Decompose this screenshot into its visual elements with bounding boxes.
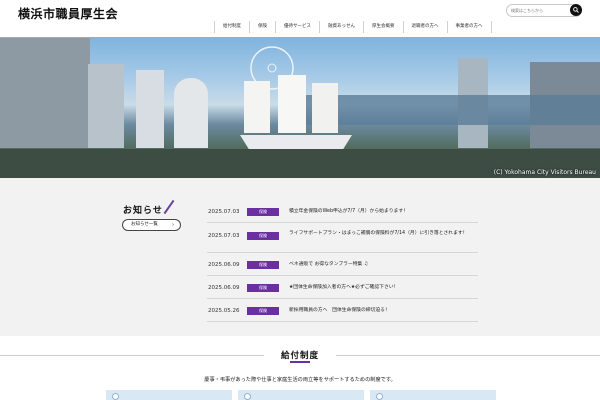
- news-item[interactable]: 2025.07.03 保険 ライフサポートプラン・はまっこ補償の保険料が7/14…: [207, 223, 478, 253]
- news-date: 2025.07.03: [208, 209, 240, 215]
- search-icon: [573, 7, 579, 13]
- nav-item-hoken[interactable]: 保険: [249, 21, 275, 33]
- building: [0, 38, 90, 148]
- benefit-section: 給付制度 慶事・弔事があった際や仕事と家庭生活の両立等をサポートするための制度で…: [0, 336, 600, 400]
- site-title[interactable]: 横浜市職員厚生会: [18, 5, 118, 22]
- benefit-card[interactable]: [238, 390, 364, 400]
- nav-item-jigyosha[interactable]: 事業者の方へ: [446, 21, 492, 33]
- news-text[interactable]: ★団体生命保険加入者の方へ★必ずご確認下さい！: [289, 284, 477, 292]
- divider: [0, 355, 264, 356]
- search-input[interactable]: [511, 5, 569, 16]
- news-date: 2025.07.03: [208, 233, 240, 239]
- news-date: 2025.05.26: [208, 308, 240, 314]
- divider: [336, 355, 600, 356]
- news-list: 2025.07.03 保険 積立年金保険のWeb申込が7/7（月）から始まります…: [207, 200, 478, 322]
- news-tag: 保険: [247, 261, 279, 269]
- site-header: 横浜市職員厚生会 給付制度 保険 優待サービス 融資あっせん 厚生会概要 退職者…: [0, 0, 600, 37]
- benefit-card[interactable]: [106, 390, 232, 400]
- news-tag: 保険: [247, 208, 279, 216]
- card-icon: [376, 393, 383, 400]
- news-text[interactable]: 新採用職員の方へ 団体生命保険の締切迫る！: [289, 307, 477, 315]
- hero-image: (C) Yokohama City Visitors Bureau: [0, 37, 600, 178]
- main-nav: 給付制度 保険 優待サービス 融資あっせん 厚生会概要 退職者の方へ 事業者の方…: [214, 21, 492, 33]
- news-tag: 保険: [247, 284, 279, 292]
- news-date: 2025.06.09: [208, 285, 240, 291]
- building: [88, 64, 124, 148]
- news-item[interactable]: 2025.05.26 保険 新採用職員の方へ 団体生命保険の締切迫る！: [207, 299, 478, 322]
- nav-item-yutai[interactable]: 優待サービス: [275, 21, 319, 33]
- chevron-right-icon: ›: [172, 222, 174, 228]
- nav-item-yushi[interactable]: 融資あっせん: [319, 21, 363, 33]
- benefit-title-accent: [290, 361, 310, 363]
- news-title-accent: [163, 199, 175, 215]
- news-item[interactable]: 2025.06.09 保険 ベネ通販で お得なタンブラー特集 ♫: [207, 253, 478, 276]
- news-tag: 保険: [247, 307, 279, 315]
- news-list-button[interactable]: お知らせ一覧 ›: [122, 219, 181, 231]
- benefit-title: 給付制度: [280, 351, 319, 361]
- news-section: お知らせ お知らせ一覧 › 2025.07.03 保険 積立年金保険のWeb申込…: [0, 178, 600, 336]
- search-button[interactable]: [570, 4, 582, 16]
- building: [136, 70, 164, 148]
- news-item[interactable]: 2025.07.03 保険 積立年金保険のWeb申込が7/7（月）から始まります…: [207, 200, 478, 223]
- news-date: 2025.06.09: [208, 262, 240, 268]
- news-item[interactable]: 2025.06.09 保険 ★団体生命保険加入者の方へ★必ずご確認下さい！: [207, 276, 478, 299]
- card-icon: [244, 393, 251, 400]
- news-tag: 保険: [247, 232, 279, 240]
- building: [174, 78, 208, 148]
- news-title: お知らせ: [123, 206, 163, 216]
- news-text[interactable]: ベネ通販で お得なタンブラー特集 ♫: [289, 261, 477, 269]
- card-icon: [112, 393, 119, 400]
- benefit-card[interactable]: [370, 390, 496, 400]
- nav-item-gaiyo[interactable]: 厚生会概要: [363, 21, 403, 33]
- news-list-label: お知らせ一覧: [131, 222, 158, 227]
- benefit-description: 慶事・弔事があった際や仕事と家庭生活の両立等をサポートするための制度です。: [204, 377, 396, 383]
- photo-credit: (C) Yokohama City Visitors Bureau: [493, 169, 596, 176]
- news-text[interactable]: ライフサポートプラン・はまっこ補償の保険料が7/14（月）に引き落とされます！: [289, 230, 477, 238]
- nav-item-kyufu[interactable]: 給付制度: [214, 21, 249, 33]
- nav-item-taishoku[interactable]: 退職者の方へ: [402, 21, 447, 33]
- news-text[interactable]: 積立年金保険のWeb申込が7/7（月）から始まります！: [289, 208, 477, 216]
- sailing-ship: [240, 75, 352, 151]
